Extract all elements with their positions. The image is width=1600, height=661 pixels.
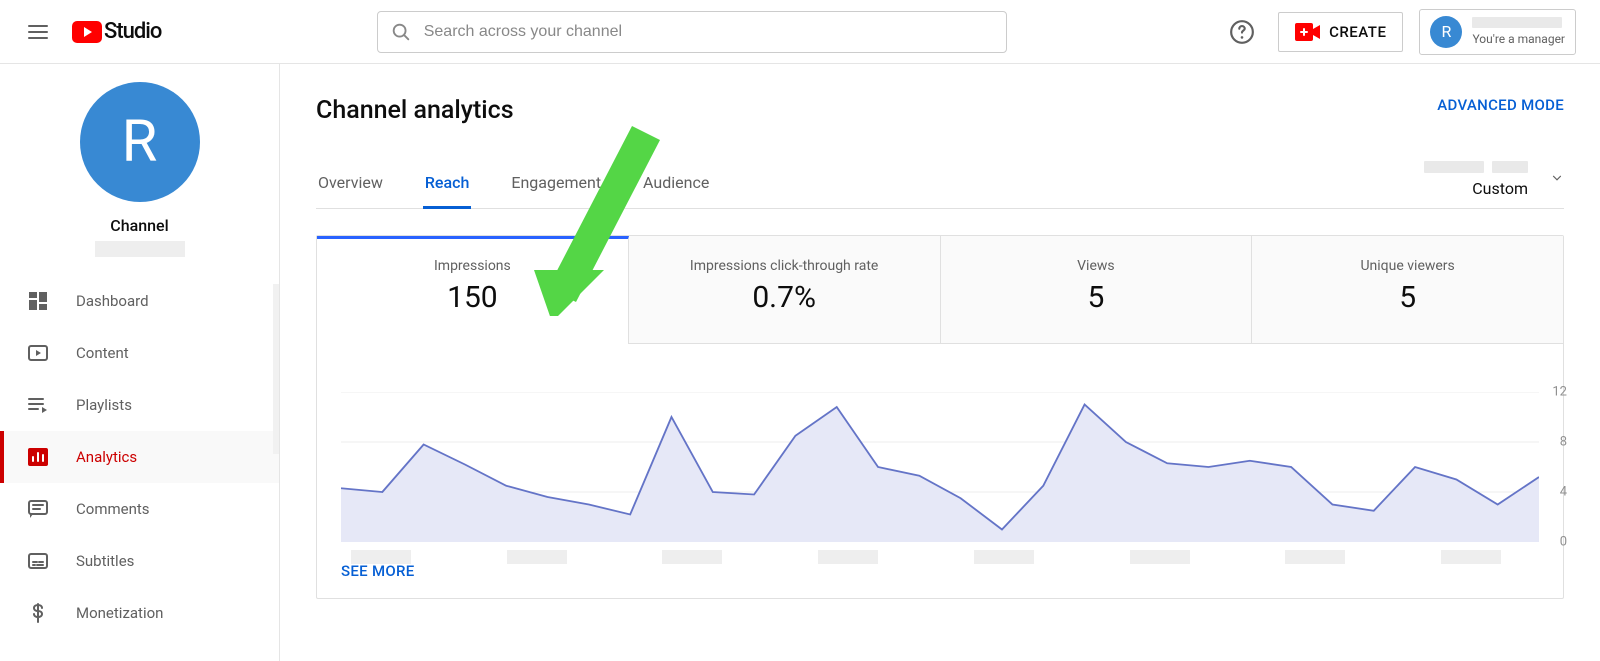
tab-reach[interactable]: Reach xyxy=(423,173,472,209)
metric-label: Impressions xyxy=(325,258,620,274)
sidebar-item-label: Analytics xyxy=(76,448,137,466)
page-title: Channel analytics xyxy=(316,96,514,125)
content-icon xyxy=(26,341,50,365)
x-label-placeholder xyxy=(351,550,411,564)
x-label-placeholder xyxy=(1130,550,1190,564)
analytics-icon xyxy=(26,445,50,469)
metric-label: Unique viewers xyxy=(1260,258,1555,274)
metric-views[interactable]: Views 5 xyxy=(941,236,1253,344)
avatar: R xyxy=(1430,16,1462,48)
metric-value: 150 xyxy=(325,280,620,315)
sidebar-item-comments[interactable]: Comments xyxy=(0,483,279,535)
main-content: Channel analytics ADVANCED MODE Overview… xyxy=(280,64,1600,661)
metric-impressions[interactable]: Impressions 150 xyxy=(317,236,629,344)
sidebar-item-subtitles[interactable]: Subtitles xyxy=(0,535,279,587)
y-tick: 12 xyxy=(1552,385,1567,400)
help-icon[interactable] xyxy=(1222,12,1262,52)
y-tick: 0 xyxy=(1560,535,1567,550)
sidebar-item-label: Playlists xyxy=(76,396,132,414)
sidebar-item-playlists[interactable]: Playlists xyxy=(0,379,279,431)
subtitles-icon xyxy=(26,549,50,573)
range-placeholder xyxy=(1424,161,1484,173)
logo[interactable]: Studio xyxy=(72,19,161,44)
x-label-placeholder xyxy=(818,550,878,564)
channel-avatar[interactable]: R xyxy=(80,82,200,202)
sidebar-item-label: Subtitles xyxy=(76,552,134,570)
metric-label: Impressions click-through rate xyxy=(637,258,932,274)
create-button[interactable]: CREATE xyxy=(1278,12,1403,52)
date-range-label[interactable]: Custom xyxy=(1472,179,1528,198)
account-switcher[interactable]: R You're a manager xyxy=(1419,9,1576,55)
tab-overview[interactable]: Overview xyxy=(316,173,385,209)
sidebar-item-label: Dashboard xyxy=(76,292,149,310)
dashboard-icon xyxy=(26,289,50,313)
comments-icon xyxy=(26,497,50,521)
sidebar-item-monetization[interactable]: Monetization xyxy=(0,587,279,639)
x-label-placeholder xyxy=(974,550,1034,564)
tab-engagement[interactable]: Engagement xyxy=(509,173,603,209)
youtube-icon xyxy=(72,21,102,43)
metric-impressions-click-through-rate[interactable]: Impressions click-through rate 0.7% xyxy=(629,236,941,344)
create-label: CREATE xyxy=(1329,23,1386,41)
sidebar: R Channel Dashboard Content Playlists Analy… xyxy=(0,64,280,661)
playlists-icon xyxy=(26,393,50,417)
x-label-placeholder xyxy=(507,550,567,564)
range-placeholder xyxy=(1492,161,1528,173)
see-more-link[interactable]: SEE MORE xyxy=(341,562,1563,580)
menu-icon[interactable] xyxy=(18,12,58,52)
sidebar-item-dashboard[interactable]: Dashboard xyxy=(0,275,279,327)
metric-label: Views xyxy=(949,258,1244,274)
search-input-wrap[interactable] xyxy=(377,11,1007,53)
sidebar-item-label: Comments xyxy=(76,500,150,518)
metric-value: 5 xyxy=(1260,280,1555,315)
tab-audience[interactable]: Audience xyxy=(641,173,711,209)
metric-unique-viewers[interactable]: Unique viewers 5 xyxy=(1252,236,1563,344)
metric-value: 5 xyxy=(949,280,1244,315)
create-icon xyxy=(1295,23,1321,41)
channel-label: Channel xyxy=(0,216,279,235)
scrollbar[interactable] xyxy=(273,284,279,454)
account-role: You're a manager xyxy=(1472,32,1565,46)
channel-name-placeholder xyxy=(95,241,185,257)
impressions-chart[interactable]: 04812 xyxy=(341,392,1539,542)
app-header: Studio CREATE R You're a manager xyxy=(0,0,1600,64)
y-tick: 4 xyxy=(1560,485,1567,500)
advanced-mode-link[interactable]: ADVANCED MODE xyxy=(1437,96,1564,114)
monetization-icon xyxy=(26,601,50,625)
search-input[interactable] xyxy=(424,23,994,41)
logo-text: Studio xyxy=(104,19,161,44)
chevron-down-icon[interactable] xyxy=(1550,171,1564,189)
metric-value: 0.7% xyxy=(637,280,932,315)
reach-card: Impressions 150 Impressions click-through … xyxy=(316,235,1564,599)
search-icon xyxy=(390,21,412,43)
y-tick: 8 xyxy=(1560,435,1567,450)
x-label-placeholder xyxy=(662,550,722,564)
tabs: Overview Reach Engagement Audience xyxy=(316,173,711,208)
sidebar-item-content[interactable]: Content xyxy=(0,327,279,379)
sidebar-item-label: Monetization xyxy=(76,604,163,622)
account-name-placeholder xyxy=(1472,17,1562,28)
x-label-placeholder xyxy=(1285,550,1345,564)
sidebar-item-label: Content xyxy=(76,344,129,362)
sidebar-item-analytics[interactable]: Analytics xyxy=(0,431,279,483)
x-label-placeholder xyxy=(1441,550,1501,564)
